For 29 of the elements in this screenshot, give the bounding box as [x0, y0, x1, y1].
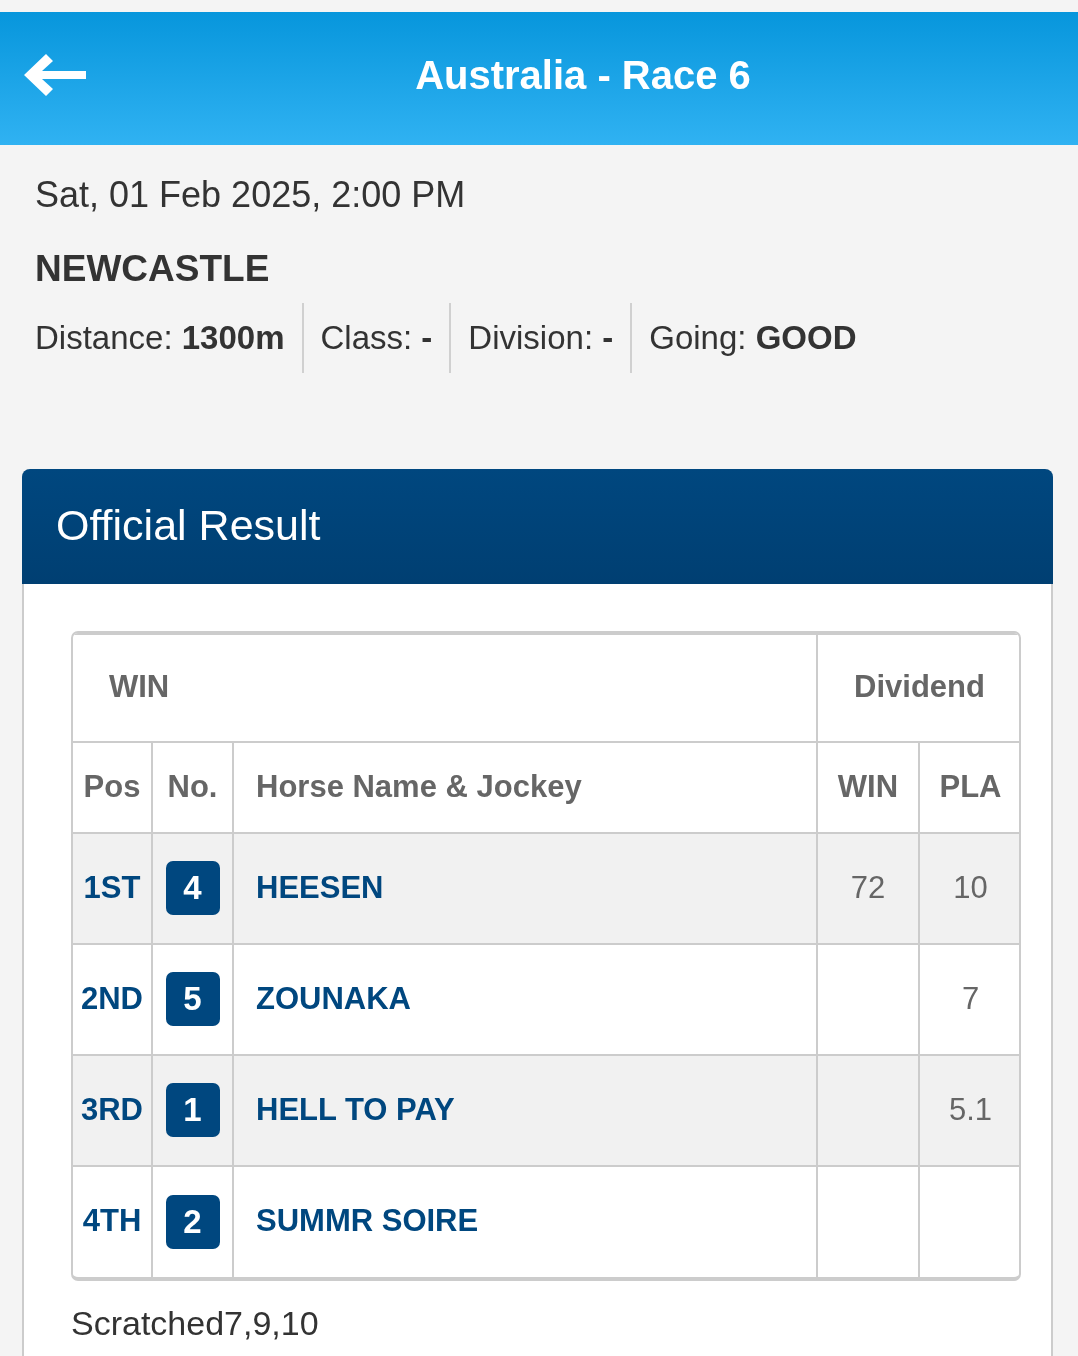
number-badge: 5	[165, 972, 220, 1027]
column-header: No.	[152, 741, 233, 833]
number-badge: 1	[165, 1083, 220, 1138]
race-detail: Division: -	[467, 317, 615, 358]
card-title: Official Result	[22, 468, 1053, 584]
number-badge: 4	[165, 861, 220, 916]
dividend-cell: 72	[817, 832, 919, 944]
back-button[interactable]	[22, 51, 88, 98]
page-title: Australia - Race 6	[414, 51, 752, 99]
race-detail: Going: GOOD	[648, 317, 858, 358]
back-arrow-icon	[22, 51, 88, 98]
horse-name-cell: HEESEN	[233, 832, 817, 944]
number-badge: 2	[165, 1194, 220, 1249]
column-header: Pos	[73, 741, 152, 833]
horse-name-cell: ZOUNAKA	[233, 943, 817, 1055]
race-date: Sat, 01 Feb 2025, 2:00 PM	[35, 173, 467, 217]
position-cell: 4TH	[73, 1165, 152, 1277]
column-header: WIN	[817, 741, 919, 833]
position-cell: 3RD	[73, 1054, 152, 1166]
column-header: Horse Name & Jockey	[233, 741, 817, 833]
venue-name: NEWCASTLE	[35, 247, 271, 292]
horse-name-cell: HELL TO PAY	[233, 1054, 817, 1166]
pool-heading: WIN	[73, 633, 817, 742]
position-cell: 1ST	[73, 832, 152, 944]
scratched-text: Scratched7,9,10	[71, 1302, 320, 1344]
race-detail: Distance: 1300m	[35, 317, 286, 358]
position-cell: 2ND	[73, 943, 152, 1055]
race-detail: Class: -	[319, 317, 434, 358]
dividend-heading: Dividend	[817, 633, 1019, 742]
